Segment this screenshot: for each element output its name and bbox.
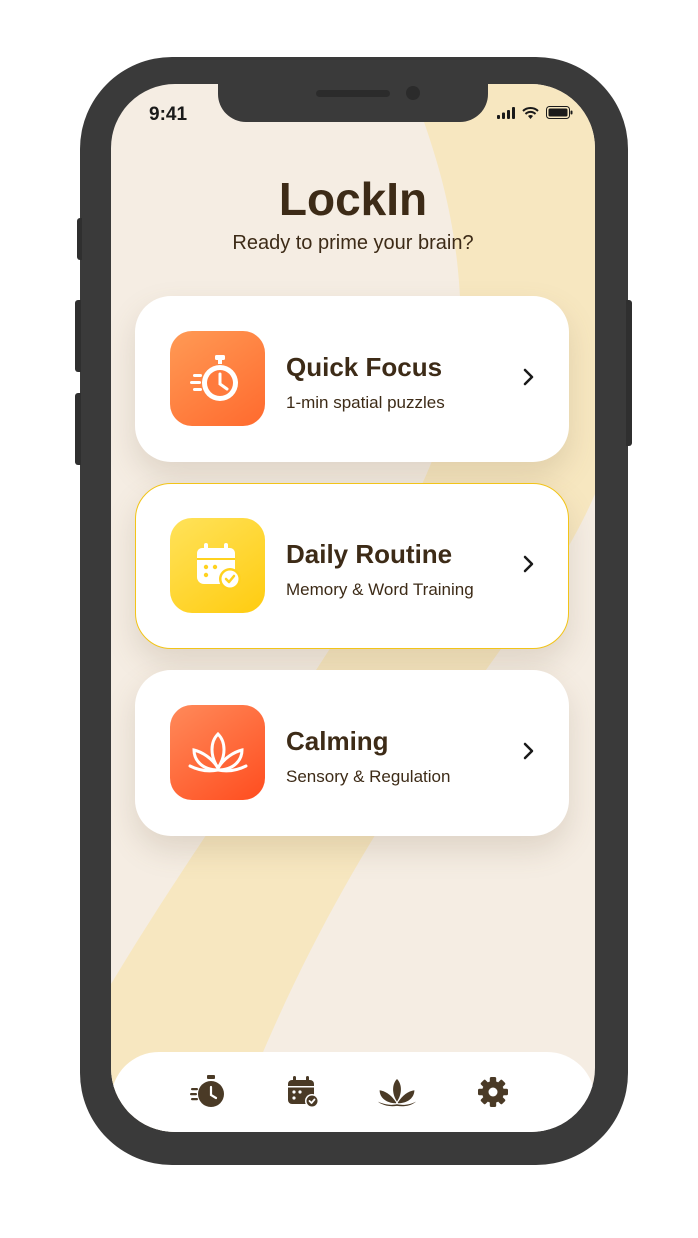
calming-card[interactable]: Calming Sensory & Regulation (135, 670, 569, 836)
calming-subtitle: Sensory & Regulation (286, 767, 451, 786)
status-time: 9:41 (149, 104, 188, 125)
daily-routine-subtitle: Memory & Word Training (286, 580, 474, 599)
wifi-icon (522, 106, 539, 119)
quick-focus-title: Quick Focus (286, 352, 443, 382)
quick-focus-subtitle: 1-min spatial puzzles (286, 393, 445, 412)
chevron-right-icon (523, 368, 534, 386)
lotus-icon (377, 1078, 417, 1107)
chevron-right-icon (523, 742, 534, 760)
gear-icon (478, 1077, 508, 1107)
speaker (316, 90, 390, 97)
volume-up-button (75, 300, 81, 372)
calendar-check-icon (196, 542, 241, 590)
chevron-right-icon (523, 555, 534, 573)
calendar-check-icon (288, 1076, 319, 1108)
tab-calming[interactable] (377, 1072, 417, 1112)
app-title: LockIn (278, 173, 428, 225)
calming-title: Calming (286, 726, 389, 756)
tab-bar (111, 1052, 595, 1132)
app-subtitle: Ready to prime your brain? (232, 232, 474, 254)
power-button (626, 300, 632, 446)
quick-focus-tile (170, 331, 265, 426)
notch (218, 84, 488, 122)
volume-down-button (75, 393, 81, 465)
camera (406, 86, 420, 100)
lotus-icon (188, 731, 247, 772)
tab-quick-focus[interactable] (189, 1072, 229, 1112)
stopwatch-icon (189, 354, 238, 401)
status-icons (497, 106, 573, 119)
tab-settings[interactable] (473, 1072, 513, 1112)
battery-icon (546, 106, 573, 119)
tab-daily-routine[interactable] (283, 1072, 323, 1112)
daily-routine-title: Daily Routine (286, 539, 453, 569)
signal-icon (497, 106, 515, 119)
stopwatch-icon (190, 1075, 224, 1107)
daily-routine-tile (170, 518, 265, 613)
quick-focus-card[interactable]: Quick Focus 1-min spatial puzzles (135, 296, 569, 462)
calming-tile (170, 705, 265, 800)
mute-switch (77, 218, 82, 260)
app-screen: 9:41 LockIn Ready to prime your brain? Q… (111, 84, 595, 1132)
daily-routine-card[interactable]: Daily Routine Memory & Word Training (135, 483, 569, 649)
